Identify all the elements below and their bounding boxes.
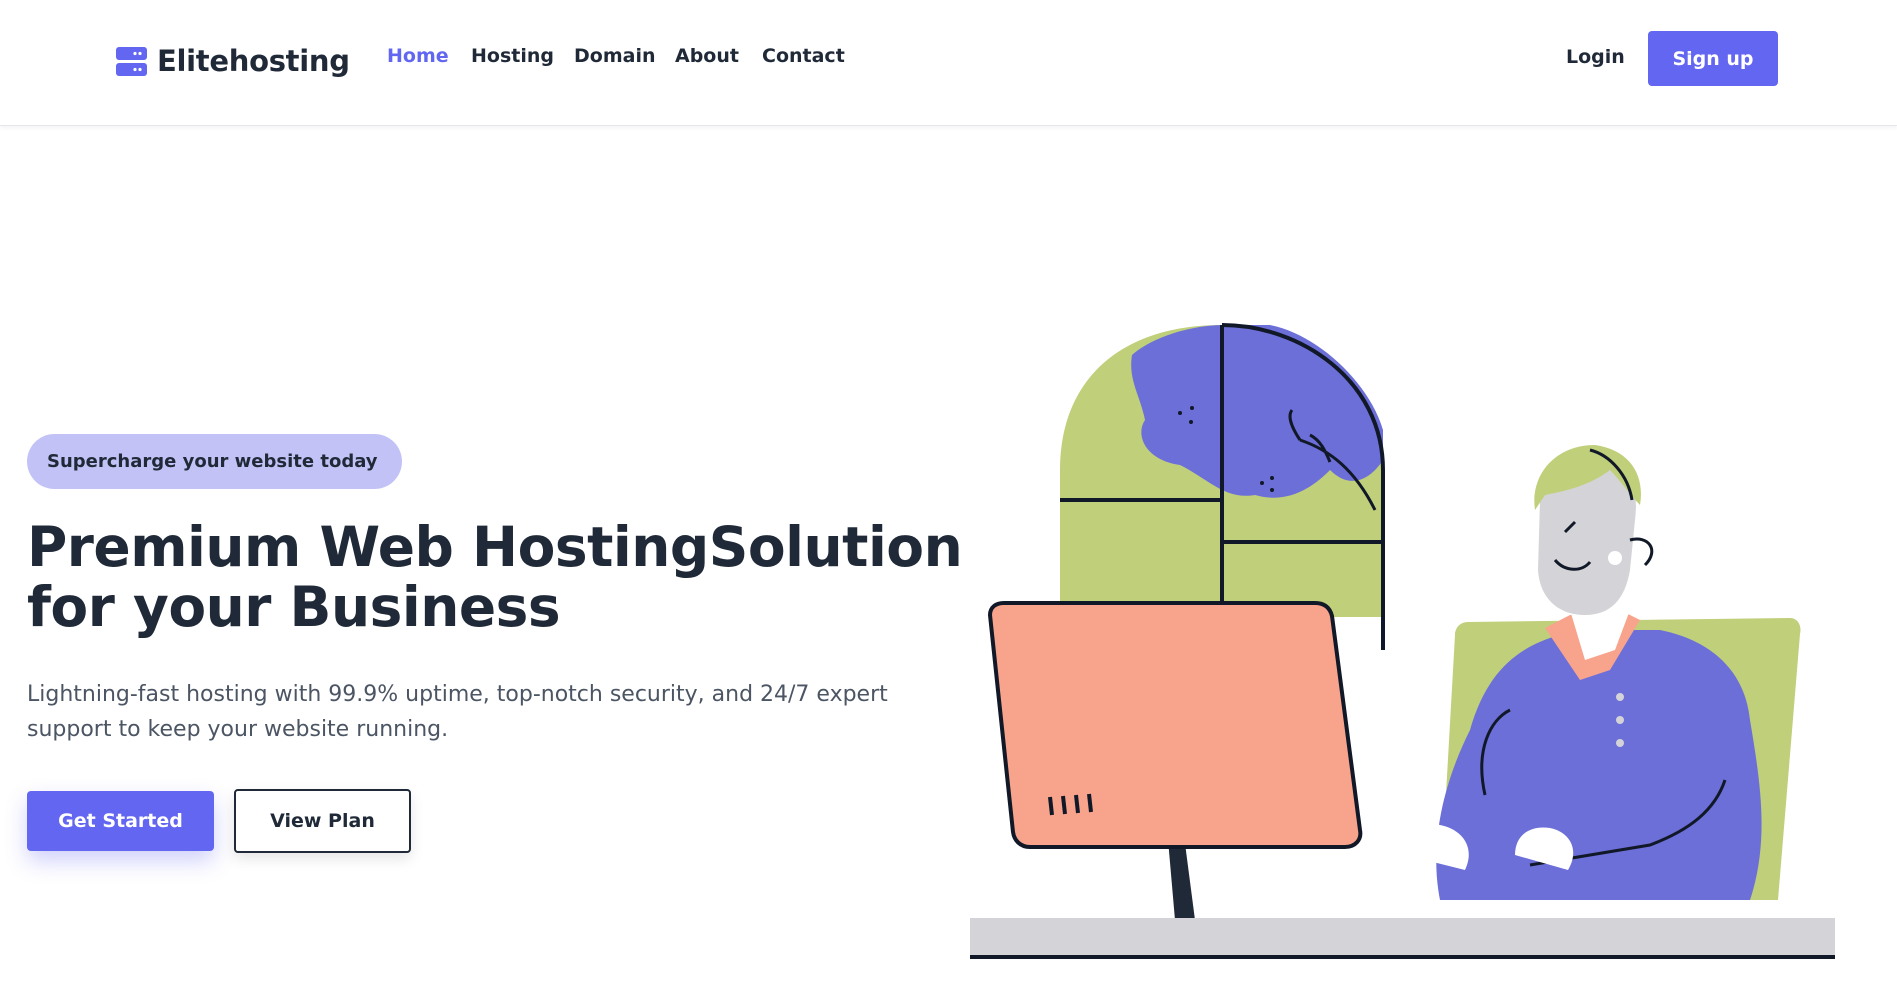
hero-title-line-1: Premium Web HostingSolution bbox=[27, 515, 963, 579]
nav-link-contact[interactable]: Contact bbox=[762, 45, 845, 67]
nav-link-about[interactable]: About bbox=[675, 45, 739, 67]
brand-name: Elitehosting bbox=[157, 44, 350, 78]
login-link[interactable]: Login bbox=[1566, 46, 1625, 68]
desk bbox=[970, 918, 1835, 959]
navbar: Elitehosting Home Hosting Domain About C… bbox=[0, 0, 1897, 126]
hero-badge-text: Supercharge your website today bbox=[47, 451, 378, 472]
hero-title-line-2: for your Business bbox=[27, 575, 561, 639]
brand-logo[interactable]: Elitehosting bbox=[116, 44, 350, 78]
signup-button[interactable]: Sign up bbox=[1648, 31, 1778, 86]
view-plan-button[interactable]: View Plan bbox=[234, 789, 411, 853]
hero-description-line-1: Lightning-fast hosting with 99.9% uptime… bbox=[27, 682, 888, 707]
hero-title: Premium Web HostingSolution for your Bus… bbox=[27, 515, 963, 639]
hero-badge: Supercharge your website today bbox=[27, 434, 402, 489]
nav-link-hosting[interactable]: Hosting bbox=[471, 45, 554, 67]
nav-link-home[interactable]: Home bbox=[387, 45, 449, 67]
get-started-button[interactable]: Get Started bbox=[27, 791, 214, 851]
server-icon bbox=[116, 46, 147, 76]
nav-link-domain[interactable]: Domain bbox=[574, 45, 655, 67]
hero-description: Lightning-fast hosting with 99.9% uptime… bbox=[27, 677, 957, 747]
hero-description-line-2: support to keep your website running. bbox=[27, 717, 449, 742]
hero-illustration bbox=[970, 323, 1835, 959]
